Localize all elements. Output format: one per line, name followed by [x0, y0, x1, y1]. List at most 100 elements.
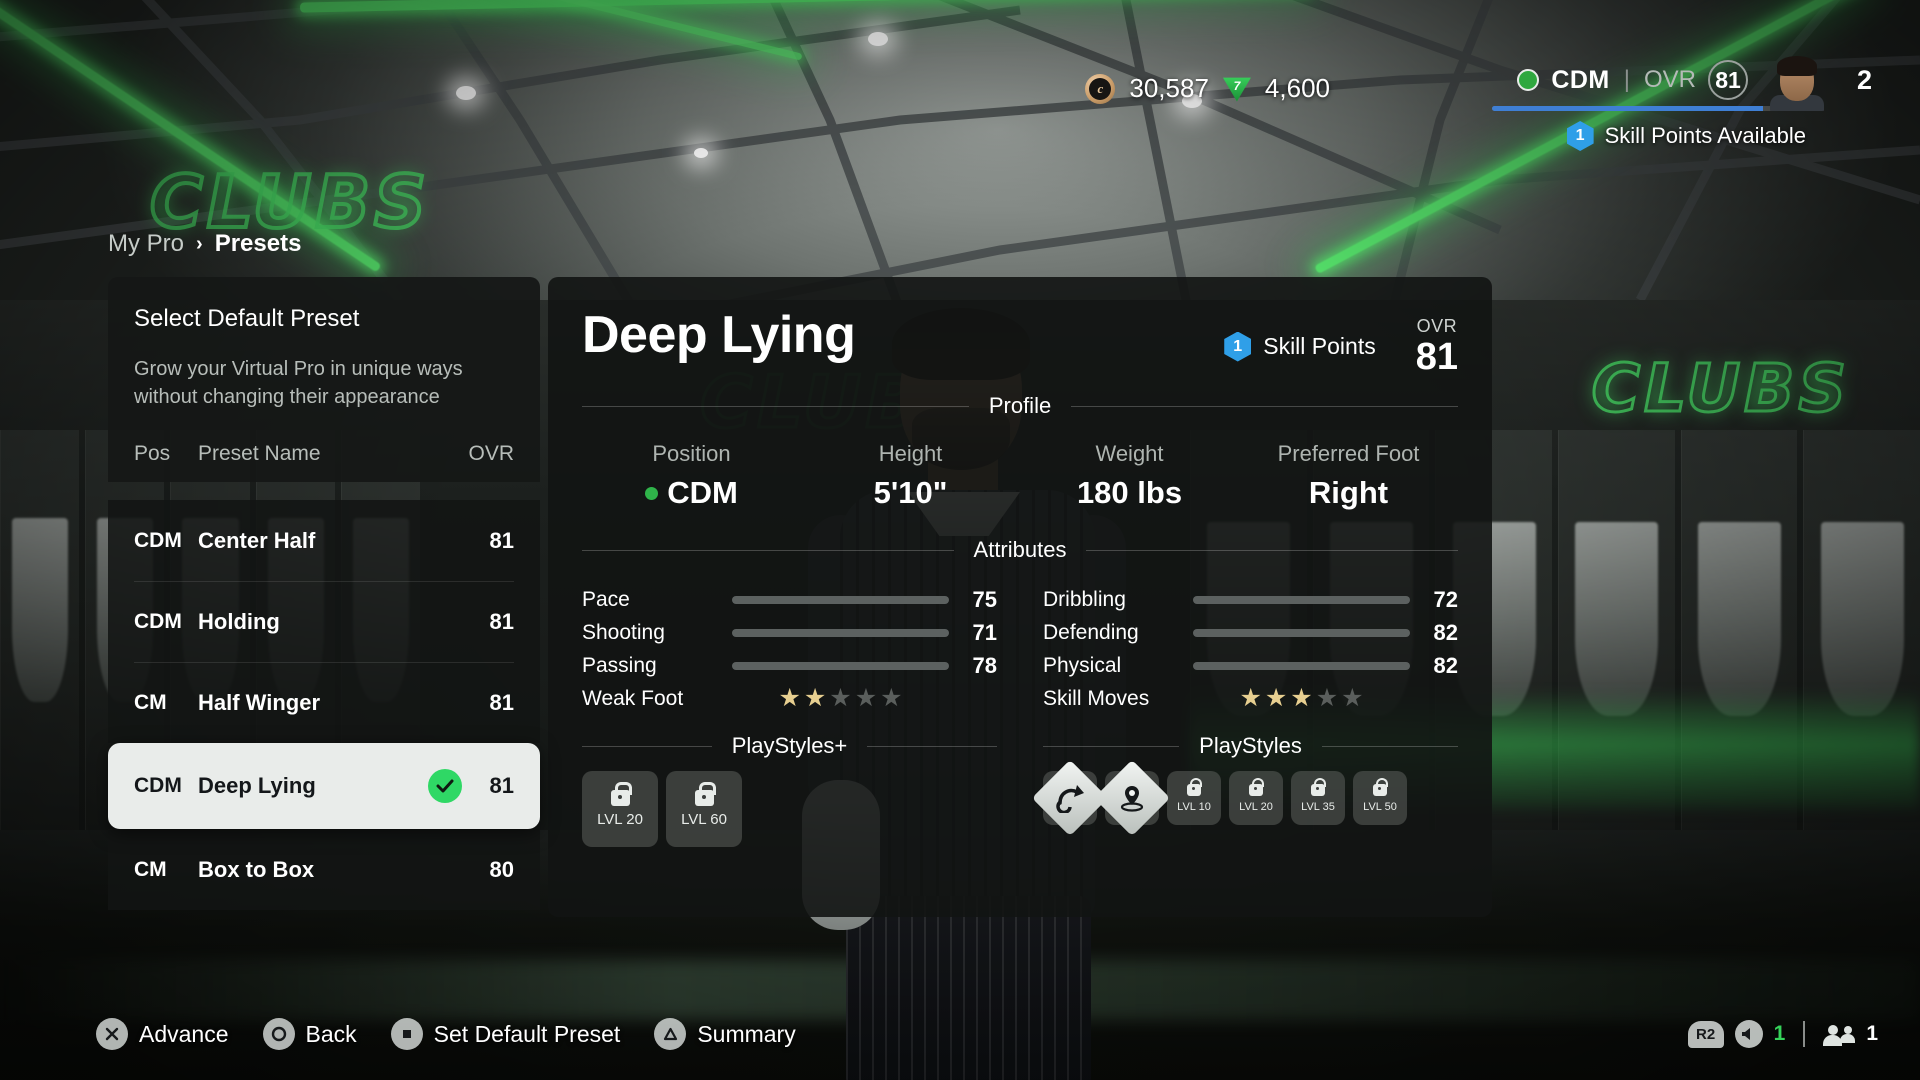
coins-value: 30,587: [1129, 73, 1209, 103]
action-advance[interactable]: Advance: [96, 1018, 229, 1050]
playstyles-plus-title: PlayStyles+: [731, 733, 848, 758]
attributes-column-right: Dribbling 72 Defending 82 Physical 82 Skill Mo…: [1043, 583, 1458, 715]
attributes-section-title: Attributes: [973, 537, 1067, 562]
player-profile-chip[interactable]: CDM | OVR 81 2 1 Skill Points Available: [1332, 56, 1872, 151]
detail-ovr: OVR 81: [1416, 317, 1458, 376]
column-header-name: Preset Name: [198, 441, 321, 465]
playstyle-tile-locked[interactable]: LVL 20: [1229, 771, 1283, 825]
detail-ovr-value: 81: [1415, 336, 1458, 378]
select-preset-panel: Select Default Preset Grow your Virtual …: [108, 277, 540, 482]
profile-grid: Position CDM Height 5'10" Weight 180 lbs Prefe…: [582, 441, 1458, 511]
playstyle-tile-locked[interactable]: LVL 50: [1353, 771, 1407, 825]
lock-icon: [1187, 777, 1202, 796]
attribute-row: Passing 78: [582, 649, 997, 682]
preset-ovr: 81: [489, 689, 514, 715]
playstyles-header: PlayStyles: [1043, 733, 1458, 759]
skill-points-available[interactable]: 1 Skill Points Available: [1332, 121, 1872, 151]
playstyles-grid: PlayStyles+ LVL 20 LVL 60 PlayStyles LVL …: [582, 727, 1458, 847]
preset-table-header: Pos Preset Name OVR: [108, 412, 540, 482]
column-header-ovr: OVR: [468, 441, 514, 465]
breadcrumb: My Pro › Presets: [108, 230, 301, 258]
player-position: CDM: [1551, 65, 1610, 94]
action-set-default-preset[interactable]: Set Default Preset: [390, 1018, 620, 1050]
coins-icon: c: [1085, 73, 1116, 104]
playstyle-tile-locked[interactable]: LVL 60: [666, 771, 742, 847]
bottom-action-bar: Advance Back Set Default Preset Summary R2 …: [0, 988, 1920, 1080]
playstyle-tile-locked[interactable]: LVL 35: [1291, 771, 1345, 825]
star-icon: ★: [1239, 684, 1262, 712]
profile-cell: Weight 180 lbs: [1020, 441, 1239, 511]
preset-title: Deep Lying: [582, 306, 856, 364]
attribute-value: 82: [1433, 652, 1458, 678]
attribute-bar: [1193, 628, 1410, 637]
skill-moves-row: Skill Moves ★ ★ ★ ★ ★: [1043, 682, 1458, 715]
party-members-icon: [1823, 1022, 1856, 1046]
avatar: [1766, 49, 1828, 111]
playstyles-plus-header: PlayStyles+: [582, 733, 997, 759]
points-value: 4,600: [1264, 73, 1330, 103]
attributes-grid: Pace 75 Shooting 71 Passing 78 Weak Foot ★ ★ ★ ★ ★ …: [582, 583, 1458, 715]
playstyle-unlock-level: LVL 20: [597, 811, 643, 828]
profile-value: CDM: [582, 475, 801, 511]
action-buttons[interactable]: Advance Back Set Default Preset Summary: [96, 1018, 796, 1050]
action-label: Back: [305, 1020, 357, 1047]
playstyles-plus-column: PlayStyles+ LVL 20 LVL 60: [582, 727, 997, 847]
playstyles-plus-tiles[interactable]: LVL 20 LVL 60: [582, 771, 997, 847]
position-dot-icon: [645, 486, 659, 500]
profile-label: Preferred Foot: [1277, 441, 1420, 466]
action-summary[interactable]: Summary: [654, 1018, 796, 1050]
playstyle-unlock-level: LVL 50: [1363, 800, 1397, 813]
attribute-bar: [732, 661, 949, 670]
attribute-value: 82: [1433, 619, 1458, 645]
party-value: 1: [1866, 1022, 1878, 1045]
attribute-row: Defending 82: [1043, 616, 1458, 649]
attribute-bar: [732, 628, 949, 637]
playstyle-tile[interactable]: [1031, 759, 1109, 837]
r2-button-icon[interactable]: R2: [1687, 1020, 1724, 1048]
xp-progress-bar: [1492, 106, 1800, 111]
breadcrumb-parent[interactable]: My Pro: [108, 230, 184, 258]
attribute-row: Dribbling 72: [1043, 583, 1458, 616]
player-level: 2: [1856, 64, 1872, 95]
attribute-value: 72: [1433, 586, 1458, 612]
attribute-row: Physical 82: [1043, 649, 1458, 682]
playstyle-tile-locked[interactable]: LVL 10: [1167, 771, 1221, 825]
profile-divider: |: [1623, 66, 1630, 93]
playstyles-tiles[interactable]: LVL 10 LVL 20 LVL 35 LVL 50: [1031, 759, 1458, 837]
preset-row[interactable]: CM Box to Box 80: [108, 829, 540, 910]
preset-row[interactable]: CDM Holding 81: [108, 581, 540, 662]
selected-check-icon: [422, 769, 468, 803]
star-icon: ★: [854, 684, 878, 712]
preset-ovr: 81: [489, 773, 514, 798]
volume-value: 1: [1773, 1022, 1786, 1045]
preset-row[interactable]: CDM Deep Lying 81: [108, 743, 540, 829]
preset-name: Holding: [198, 608, 280, 634]
preset-position: CDM: [134, 528, 182, 552]
preset-name: Half Winger: [198, 689, 321, 715]
panel-title: Select Default Preset: [134, 305, 360, 332]
playstyles-title: PlayStyles: [1199, 733, 1302, 758]
skill-moves-label: Skill Moves: [1043, 686, 1150, 710]
action-back[interactable]: Back: [262, 1018, 357, 1050]
star-icon: ★: [1341, 684, 1364, 712]
preset-row[interactable]: CM Half Winger 81: [108, 662, 540, 743]
preset-position: CM: [134, 857, 167, 881]
currency-group: c 30,587 7 4,600: [1085, 73, 1330, 104]
detail-ovr-label: OVR: [1416, 316, 1458, 336]
detail-header: Deep Lying 1 Skill Points OVR 81: [582, 303, 1458, 387]
volume-icon[interactable]: [1734, 1020, 1763, 1048]
action-label: Summary: [697, 1020, 796, 1047]
preset-detail-panel: Deep Lying 1 Skill Points OVR 81 Profile…: [548, 277, 1492, 917]
attribute-label: Dribbling: [1043, 587, 1126, 611]
playstyle-tile-locked[interactable]: LVL 20: [582, 771, 658, 847]
intercept-icon: [1093, 759, 1171, 837]
playstyle-tile[interactable]: [1093, 759, 1171, 837]
points-icon: 7: [1222, 77, 1251, 102]
lock-icon: [1311, 777, 1326, 796]
profile-value: Right: [1308, 475, 1389, 510]
circle-button-icon: [262, 1018, 295, 1050]
profile-value: 180 lbs: [1076, 475, 1183, 510]
skill-points-badge: 1: [1566, 121, 1594, 151]
preset-list[interactable]: CDM Center Half 81 CDM Holding 81 CM Half Winge…: [108, 500, 540, 910]
preset-row[interactable]: CDM Center Half 81: [108, 500, 540, 581]
